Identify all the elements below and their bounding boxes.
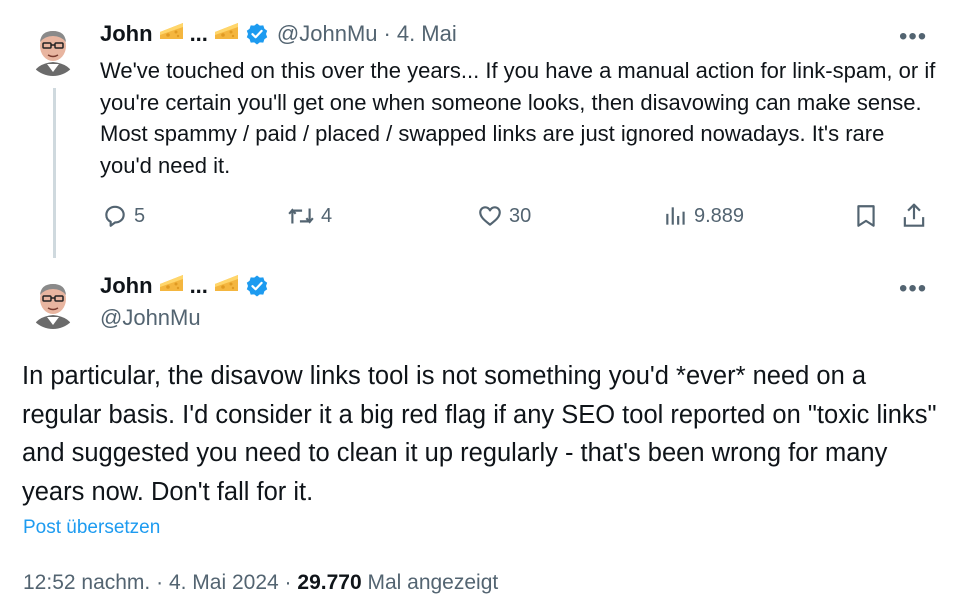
author-handle[interactable]: @JohnMu [100,305,201,331]
post-date[interactable]: 4. Mai [397,21,457,47]
tweet1-header: John ... @JohnMu · 4. Mai [100,20,457,48]
separator: · [284,571,292,594]
reply-button[interactable]: 5 [102,203,145,229]
cheese-wedge-icon [159,20,185,48]
like-count: 30 [509,204,532,227]
author-name[interactable]: John [100,273,153,299]
thread-line [53,88,56,258]
like-button[interactable]: 30 [477,203,531,229]
cheese-wedge-icon [214,20,240,48]
bookmark-icon[interactable] [854,203,878,234]
post-time[interactable]: 12:52 nachm. [23,571,150,594]
name-ellipsis: ... [189,273,208,298]
bar-chart-icon [666,207,685,225]
separator: · [156,571,164,594]
author-name[interactable]: John [100,21,153,47]
translate-post-link[interactable]: Post übersetzen [23,517,160,539]
name-ellipsis: ... [189,21,208,46]
repost-arrows-icon [288,208,314,224]
post-date[interactable]: 4. Mai 2024 [169,571,279,594]
share-upload-icon[interactable] [901,202,927,235]
verified-badge-icon[interactable] [245,274,269,298]
repost-button[interactable]: 4 [287,203,332,229]
repost-count: 4 [321,204,333,227]
post-metadata: 12:52 nachm. · 4. Mai 2024 · 29.770 Mal … [23,571,498,595]
more-options-icon[interactable]: ••• [899,25,927,49]
tweet2-header: John ... [100,272,269,300]
views-label: Mal angezeigt [367,571,499,594]
avatar[interactable] [27,277,79,329]
tweet-text: We've touched on this over the years... … [100,58,936,178]
verified-badge-icon[interactable] [245,22,269,46]
heart-icon [479,206,501,226]
separator: · [383,21,391,46]
reply-count: 5 [134,204,146,227]
views-count: 9.889 [694,204,745,227]
views-button[interactable]: 9.889 [664,203,744,229]
tweet-text: In particular, the disavow links tool is… [22,362,937,506]
avatar[interactable] [27,24,79,76]
reply-bubble-icon [105,205,125,227]
cheese-wedge-icon [159,272,185,300]
more-options-icon[interactable]: ••• [899,277,927,301]
author-handle[interactable]: @JohnMu [277,21,378,47]
views-count: 29.770 [297,571,362,594]
cheese-wedge-icon [214,272,240,300]
